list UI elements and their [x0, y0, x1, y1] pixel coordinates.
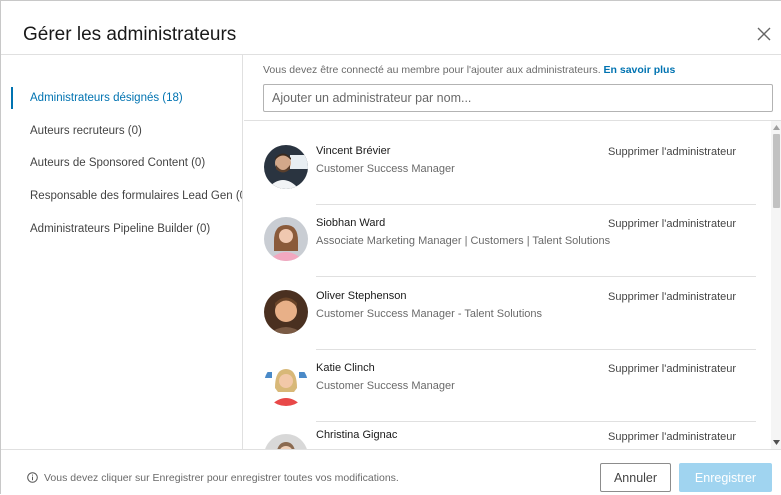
- list-scrollbar[interactable]: [771, 121, 781, 449]
- learn-more-link[interactable]: En savoir plus: [604, 64, 676, 76]
- scroll-down-arrow[interactable]: [773, 438, 780, 446]
- save-button[interactable]: Enregistrer: [679, 463, 772, 492]
- admin-name: Siobhan Ward: [316, 217, 386, 229]
- admin-name: Oliver Stephenson: [316, 290, 407, 302]
- avatar: [264, 290, 308, 334]
- caret-up-icon: [773, 124, 780, 130]
- modal-footer: Vous devez cliquer sur Enregistrer pour …: [1, 449, 781, 495]
- list-item: Katie Clinch Customer Success Manager Su…: [244, 350, 770, 422]
- sidebar-item-lead-gen-forms-manager[interactable]: Responsable des formulaires Lead Gen (0): [1, 181, 242, 211]
- scroll-thumb[interactable]: [773, 134, 780, 208]
- avatar: [264, 217, 308, 261]
- remove-admin-button[interactable]: Supprimer l'administrateur: [608, 145, 736, 159]
- modal-header: Gérer les administrateurs: [1, 1, 781, 55]
- cancel-button[interactable]: Annuler: [600, 463, 671, 492]
- avatar: [264, 362, 308, 406]
- sidebar-item-recruiter-posters[interactable]: Auteurs recruteurs (0): [1, 116, 242, 146]
- admin-type-sidebar: Administrateurs désignés (18) Auteurs re…: [1, 55, 243, 449]
- list-item: Oliver Stephenson Customer Success Manag…: [244, 278, 770, 350]
- admin-title: Associate Marketing Manager | Customers …: [316, 235, 611, 247]
- admin-list: Vincent Brévier Customer Success Manager…: [244, 120, 781, 449]
- caret-down-icon: [773, 439, 780, 445]
- sidebar-item-sponsored-content-posters[interactable]: Auteurs de Sponsored Content (0): [1, 148, 242, 178]
- modal-title: Gérer les administrateurs: [23, 24, 237, 45]
- close-button[interactable]: [751, 21, 777, 47]
- admin-name: Vincent Brévier: [316, 145, 391, 157]
- close-icon: [757, 27, 771, 41]
- admins-panel: Vous devez être connecté au membre pour …: [244, 55, 781, 449]
- avatar: [264, 434, 308, 449]
- scroll-up-arrow[interactable]: [773, 123, 780, 131]
- list-item: Vincent Brévier Customer Success Manager…: [244, 133, 770, 205]
- remove-admin-button[interactable]: Supprimer l'administrateur: [608, 217, 736, 231]
- admin-title: Customer Success Manager - Talent Soluti…: [316, 308, 543, 320]
- list-item: Christina Gignac Supprimer l'administrat…: [244, 422, 770, 449]
- remove-admin-button[interactable]: Supprimer l'administrateur: [608, 430, 736, 444]
- add-admin-search-input[interactable]: [263, 84, 773, 112]
- row-divider: [316, 276, 756, 277]
- manage-admins-modal: Gérer les administrateurs Administrateur…: [0, 0, 781, 495]
- admin-name: Katie Clinch: [316, 362, 375, 374]
- remove-admin-button[interactable]: Supprimer l'administrateur: [608, 290, 736, 304]
- footer-message: Vous devez cliquer sur Enregistrer pour …: [44, 472, 399, 484]
- list-item: Siobhan Ward Associate Marketing Manager…: [244, 205, 770, 277]
- admin-title: Customer Success Manager: [316, 163, 455, 175]
- avatar: [264, 145, 308, 189]
- remove-admin-button[interactable]: Supprimer l'administrateur: [608, 362, 736, 376]
- sidebar-item-pipeline-builder-admins[interactable]: Administrateurs Pipeline Builder (0): [1, 214, 242, 244]
- notice-text: Vous devez être connecté au membre pour …: [263, 64, 601, 76]
- notice: Vous devez être connecté au membre pour …: [263, 63, 675, 77]
- sidebar-item-designated-admins[interactable]: Administrateurs désignés (18): [1, 83, 242, 113]
- info-icon: [27, 472, 38, 483]
- admin-title: Customer Success Manager: [316, 380, 455, 392]
- admin-name: Christina Gignac: [316, 429, 398, 441]
